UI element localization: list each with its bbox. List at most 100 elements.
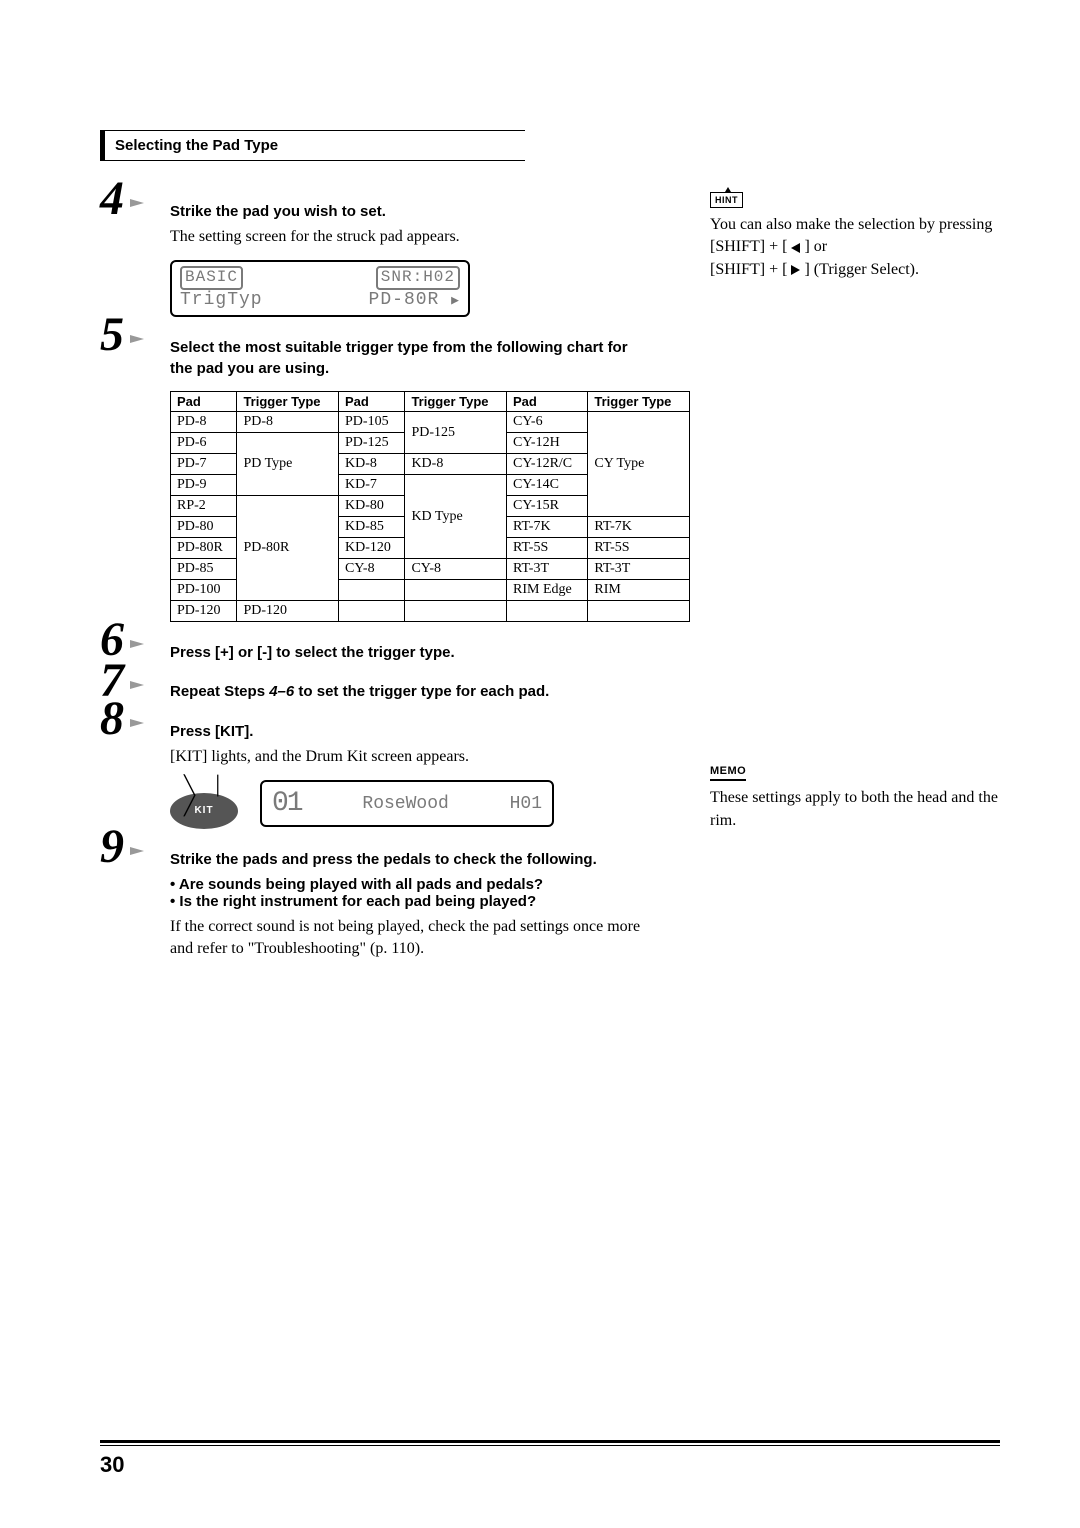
table-cell: PD-100 xyxy=(171,580,237,601)
table-cell: CY-12H xyxy=(507,433,588,454)
table-cell: KD-120 xyxy=(339,538,405,559)
chevron-right-icon: ▶ xyxy=(451,293,460,308)
table-cell xyxy=(507,601,588,622)
table-cell: RT-5S xyxy=(507,538,588,559)
hint-line: [SHIFT] + [ xyxy=(710,238,791,255)
lcd-display: 01 RoseWood H01 xyxy=(260,780,554,827)
table-cell: RIM xyxy=(588,580,690,601)
table-cell: PD-80R xyxy=(237,496,339,601)
step-body: The setting screen for the struck pad ap… xyxy=(170,226,650,248)
memo-icon: MEMO xyxy=(710,765,746,781)
lcd-param-value: PD-80R xyxy=(369,290,440,310)
table-row: PD-8PD-8PD-105PD-125CY-6CY Type xyxy=(171,412,690,433)
hint-line: You can also make the selection by press… xyxy=(710,216,992,233)
step-body: [KIT] lights, and the Drum Kit screen ap… xyxy=(170,746,650,768)
hint-block: HINT You can also make the selection by … xyxy=(710,190,1000,281)
step-body: If the correct sound is not being played… xyxy=(170,916,650,961)
lcd-display: BASIC SNR:H02 TrigTyp PD-80R ▶ xyxy=(170,260,470,317)
step-6: 6 Press [+] or [-] to select the trigger… xyxy=(170,642,650,663)
table-cell: CY-6 xyxy=(507,412,588,433)
table-header: Pad xyxy=(171,392,237,412)
lcd-slot: SNR:H02 xyxy=(376,266,460,289)
section-header: Selecting the Pad Type xyxy=(100,130,525,161)
step-title-pre: Repeat Steps xyxy=(170,683,269,700)
table-cell: PD-9 xyxy=(171,475,237,496)
footer-rule xyxy=(100,1440,1000,1443)
table-row: PD-120PD-120 xyxy=(171,601,690,622)
table-cell: PD Type xyxy=(237,433,339,496)
table-cell: PD-125 xyxy=(405,412,507,454)
trigger-type-table: Pad Trigger Type Pad Trigger Type Pad Tr… xyxy=(170,391,690,622)
hint-line: [SHIFT] + [ xyxy=(710,261,791,278)
table-cell xyxy=(588,601,690,622)
hint-line: ] or xyxy=(800,238,827,255)
step-title: Select the most suitable trigger type fr… xyxy=(170,337,650,379)
table-cell: PD-85 xyxy=(171,559,237,580)
table-header: Trigger Type xyxy=(588,392,690,412)
table-cell: PD-7 xyxy=(171,454,237,475)
table-cell: CY-8 xyxy=(339,559,405,580)
step-title: Press [+] or [-] to select the trigger t… xyxy=(170,642,650,663)
step-number: 5 xyxy=(100,307,124,362)
step-range: 4–6 xyxy=(269,683,294,700)
hint-text: You can also make the selection by press… xyxy=(710,214,1000,281)
memo-block: MEMO These settings apply to both the he… xyxy=(710,761,1000,832)
hint-icon: HINT xyxy=(710,192,743,208)
lcd-mode: BASIC xyxy=(180,266,243,289)
step-4: 4 Strike the pad you wish to set. The se… xyxy=(170,201,650,317)
hint-line: ] (Trigger Select). xyxy=(800,261,919,278)
table-cell: PD-105 xyxy=(339,412,405,433)
table-cell: RIM Edge xyxy=(507,580,588,601)
table-cell: KD-7 xyxy=(339,475,405,496)
table-cell: PD-6 xyxy=(171,433,237,454)
table-cell: RT-3T xyxy=(588,559,690,580)
table-header: Trigger Type xyxy=(237,392,339,412)
table-cell: KD-8 xyxy=(405,454,507,475)
table-header: Pad xyxy=(507,392,588,412)
table-cell: KD-80 xyxy=(339,496,405,517)
light-rays-icon: ╲ │ ╱ xyxy=(184,775,245,817)
table-cell xyxy=(339,580,405,601)
step-number: 4 xyxy=(100,171,124,226)
step-9: 9 Strike the pads and press the pedals t… xyxy=(170,849,650,961)
table-cell: RP-2 xyxy=(171,496,237,517)
kit-button[interactable]: ╲ │ ╱ KIT xyxy=(170,779,245,829)
lcd-kit-number: 01 xyxy=(272,788,302,819)
table-cell xyxy=(405,601,507,622)
table-cell: CY-8 xyxy=(405,559,507,580)
table-cell: PD-80R xyxy=(171,538,237,559)
step-title: Strike the pads and press the pedals to … xyxy=(170,849,650,870)
lcd-kit-name: RoseWood xyxy=(362,794,448,814)
step-5: 5 Select the most suitable trigger type … xyxy=(170,337,650,622)
table-cell: RT-7K xyxy=(588,517,690,538)
table-cell: CY-12R/C xyxy=(507,454,588,475)
table-header: Pad xyxy=(339,392,405,412)
step-title: Strike the pad you wish to set. xyxy=(170,201,650,222)
table-cell: PD-120 xyxy=(171,601,237,622)
table-cell: RT-7K xyxy=(507,517,588,538)
bullet-item: • Are sounds being played with all pads … xyxy=(170,876,650,893)
bullet-item: • Is the right instrument for each pad b… xyxy=(170,893,650,910)
table-cell: PD-8 xyxy=(171,412,237,433)
step-8: 8 Press [KIT]. [KIT] lights, and the Dru… xyxy=(170,721,650,828)
table-cell xyxy=(405,580,507,601)
step-title: Press [KIT]. xyxy=(170,721,650,742)
page-number: 30 xyxy=(100,1452,124,1478)
lcd-param-name: TrigTyp xyxy=(180,290,263,312)
table-cell: CY Type xyxy=(588,412,690,517)
table-cell: RT-3T xyxy=(507,559,588,580)
table-cell: CY-15R xyxy=(507,496,588,517)
table-cell: PD-80 xyxy=(171,517,237,538)
table-cell: RT-5S xyxy=(588,538,690,559)
table-cell: CY-14C xyxy=(507,475,588,496)
table-cell xyxy=(339,601,405,622)
table-cell: KD-8 xyxy=(339,454,405,475)
step-7: 7 Repeat Steps 4–6 to set the trigger ty… xyxy=(170,683,650,701)
step-title-post: to set the trigger type for each pad. xyxy=(294,683,549,700)
step-number: 9 xyxy=(100,819,124,874)
lcd-code: H01 xyxy=(510,794,542,814)
table-cell: KD Type xyxy=(405,475,507,559)
memo-text: These settings apply to both the head an… xyxy=(710,787,1000,832)
table-cell: PD-120 xyxy=(237,601,339,622)
table-cell: PD-125 xyxy=(339,433,405,454)
